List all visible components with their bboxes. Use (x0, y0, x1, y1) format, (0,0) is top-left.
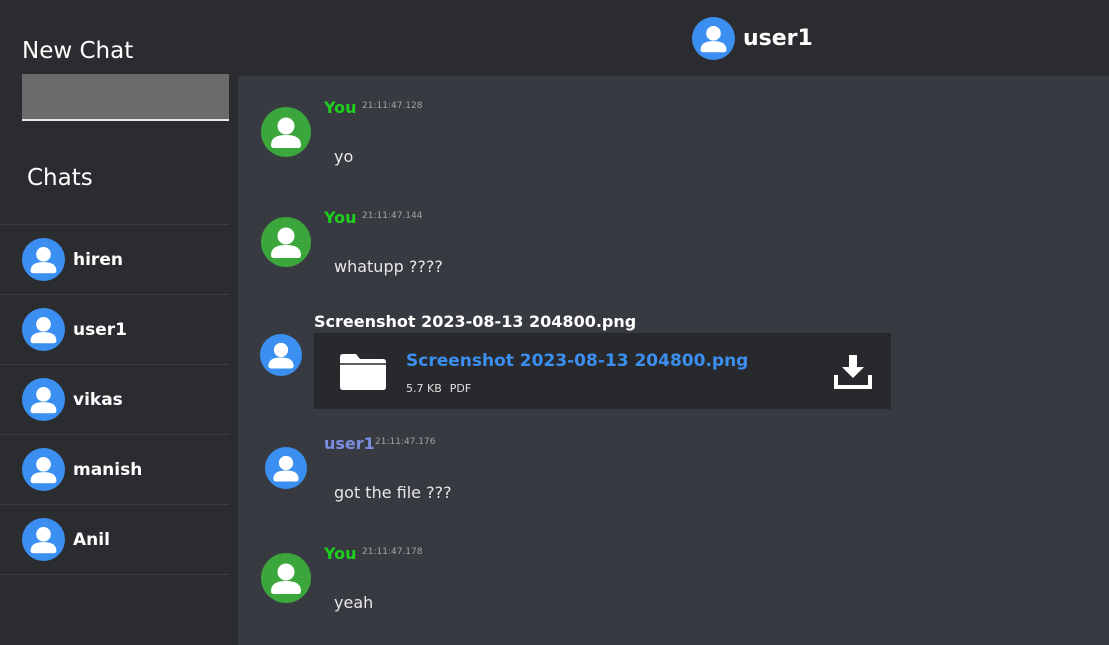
chat-item-vikas[interactable]: vikas (0, 365, 229, 435)
file-caption: Screenshot 2023-08-13 204800.png (314, 312, 637, 331)
chat-list: hiren user1 vikas manish Anil (0, 224, 229, 575)
message-sender: user1 (324, 434, 375, 453)
message-text: got the file ??? (334, 483, 452, 502)
sidebar: New Chat Chats hiren user1 vikas manish … (0, 0, 238, 645)
file-type: PDF (449, 382, 472, 395)
new-chat-title: New Chat (22, 38, 134, 64)
file-size: 5.7 KB (406, 382, 442, 395)
chat-item-name: hiren (73, 249, 123, 270)
header-user-name: user1 (743, 26, 813, 51)
message-timestamp: 21:11:47.128 (362, 101, 423, 111)
user-avatar-icon (22, 518, 65, 561)
chat-item-anil[interactable]: Anil (0, 505, 229, 575)
file-meta: 5.7 KB PDF (406, 382, 471, 395)
message-sender: You (324, 208, 357, 227)
user-avatar-icon (22, 378, 65, 421)
chat-item-name: Anil (73, 529, 110, 550)
message-area[interactable]: You 21:11:47.128 yo You 21:11:47.144 wha… (238, 76, 1109, 645)
file-name-link[interactable]: Screenshot 2023-08-13 204800.png (406, 351, 748, 371)
chats-title: Chats (27, 165, 93, 191)
user-avatar-icon (22, 448, 65, 491)
message-timestamp: 21:11:47.178 (362, 547, 423, 557)
file-attachment-card[interactable]: Screenshot 2023-08-13 204800.png 5.7 KB P… (314, 333, 891, 409)
user-avatar-icon (261, 553, 311, 603)
message-text: whatupp ???? (334, 257, 443, 276)
message-timestamp: 21:11:47.176 (375, 437, 436, 447)
user-avatar-icon (692, 17, 735, 60)
message-sender: You (324, 544, 357, 563)
user-avatar-icon (265, 447, 307, 489)
user-avatar-icon (22, 238, 65, 281)
user-avatar-icon (260, 334, 302, 376)
new-chat-input[interactable] (22, 74, 229, 121)
chat-item-manish[interactable]: manish (0, 435, 229, 505)
chat-item-name: user1 (73, 319, 127, 340)
chat-header: user1 (238, 0, 1109, 76)
user-avatar-icon (261, 107, 311, 157)
user-avatar-icon (22, 308, 65, 351)
message-timestamp: 21:11:47.144 (362, 211, 423, 221)
header-user[interactable]: user1 (692, 17, 813, 60)
message-text: yeah (334, 593, 374, 612)
message-sender: You (324, 98, 357, 117)
chat-item-name: vikas (73, 389, 123, 410)
message-text: yo (334, 147, 354, 166)
folder-icon (340, 354, 386, 390)
chat-item-name: manish (73, 459, 143, 480)
chat-item-hiren[interactable]: hiren (0, 225, 229, 295)
user-avatar-icon (261, 217, 311, 267)
download-icon[interactable] (833, 353, 873, 389)
chat-item-user1[interactable]: user1 (0, 295, 229, 365)
